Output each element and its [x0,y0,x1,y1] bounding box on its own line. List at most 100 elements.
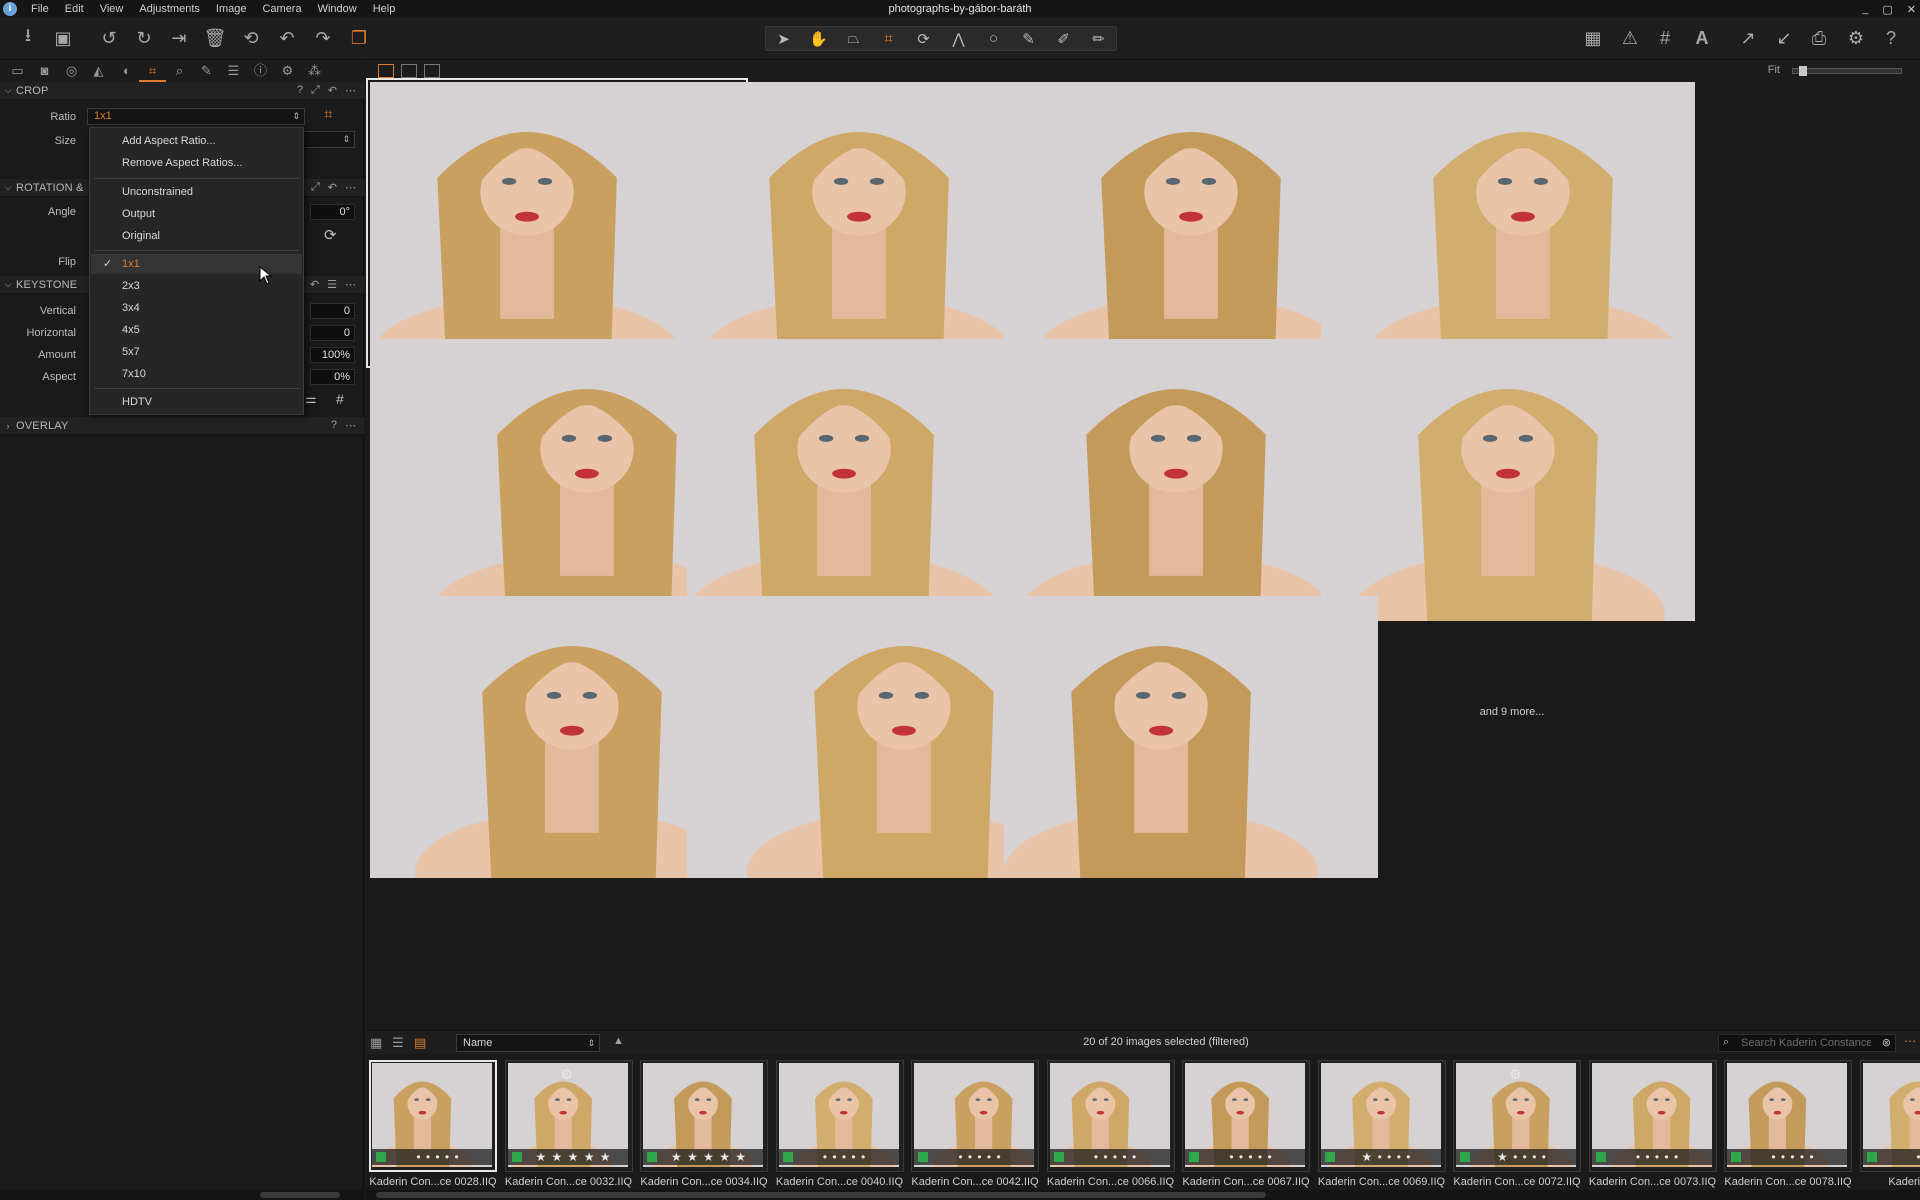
search-input[interactable] [1741,1036,1871,1050]
more-icon[interactable]: ⋯ [1904,1034,1916,1048]
straighten-cursor-icon[interactable]: ⋀ [941,30,976,48]
text-annotation-icon[interactable]: A [1688,25,1716,51]
pan-cursor-icon[interactable]: ✋ [801,30,836,48]
copy-apply-icon[interactable]: ⤢ [311,84,320,97]
crop-cursor-icon[interactable]: ⌗ [871,30,906,47]
library-tab-icon[interactable]: ▭ [4,60,31,82]
keystone-cursor-icon[interactable]: ⏢ [836,30,871,47]
menu-camera[interactable]: Camera [254,0,309,18]
layout-icon[interactable]: ▦ [1579,25,1607,51]
rotate-right-icon[interactable]: ↻ [130,25,158,51]
reset-icon[interactable]: ↶ [328,84,337,97]
copy-apply-icon[interactable]: ⤢ [311,181,320,194]
grid-view-icon[interactable] [378,64,394,78]
ratio-5x7-item[interactable]: 5x7 [91,342,302,362]
grid-icon[interactable]: # [1651,25,1679,51]
viewer-image[interactable] [1004,596,1378,878]
star-rating[interactable]: • • • • • [932,1149,1028,1165]
filmstrip-thumbnail[interactable]: ★ ★ ★ ★ ★ ⚙ Kaderin Con...ce 0032.IIQ [504,1060,633,1190]
rotate-cursor-icon[interactable]: ⟳ [906,30,941,48]
color-tag-green[interactable] [918,1152,928,1162]
process-icon[interactable]: ↙ [1770,25,1798,51]
viewer-image[interactable] [1321,339,1695,621]
star-rating[interactable]: • • • • • [797,1149,893,1165]
expanded-arrow-icon[interactable]: ⌵ [0,182,16,193]
grid-browser-icon[interactable]: ▦ [370,1035,382,1051]
expanded-arrow-icon[interactable]: ⌵ [0,85,16,96]
menu-help[interactable]: Help [365,0,404,18]
ratio-select[interactable]: 1x1 ⇕ [87,108,305,125]
color-tag-green[interactable] [647,1152,657,1162]
star-rating[interactable]: • • • • • [1745,1149,1841,1165]
overlay-section-header[interactable]: › OVERLAY ? ⋯ [0,417,364,435]
select-cursor-icon[interactable]: ➤ [766,30,801,48]
keystone-grid-icon[interactable]: # [336,391,344,407]
star-rating[interactable]: • • • • • [1068,1149,1164,1165]
color-tag-green[interactable] [1866,1152,1877,1162]
crop-section-header[interactable]: ⌵ CROP ? ⤢ ↶ ⋯ [0,82,364,100]
menu-image[interactable]: Image [208,0,255,18]
rotate-tool-icon[interactable]: ⟳ [324,226,337,244]
menu-view[interactable]: View [92,0,132,18]
ratio-original-item[interactable]: Original [91,226,302,246]
menu-window[interactable]: Window [310,0,365,18]
redo-icon[interactable]: ↷ [309,25,337,51]
color-tag-green[interactable] [782,1152,793,1162]
filmstrip-scrollbar[interactable] [366,1190,1920,1200]
star-rating[interactable]: • • • • • [1203,1149,1299,1165]
variants-icon[interactable]: ❐ [345,25,373,51]
viewer-image[interactable] [1321,82,1695,364]
expanded-arrow-icon[interactable]: ⌵ [0,279,16,290]
more-icon[interactable]: ⋯ [345,181,356,194]
ratio-4x5-item[interactable]: 4x5 [91,320,302,340]
keystone-parallel-icon[interactable]: ⚌ [305,391,317,407]
amount-field[interactable]: 100% [310,347,355,363]
color-tag-green[interactable] [511,1152,522,1162]
multi-view-icon[interactable] [424,64,440,78]
color-tag-green[interactable] [1731,1152,1741,1162]
reset-icon[interactable]: ⟲ [237,25,265,51]
filmstrip-browser-icon[interactable]: ▤ [414,1035,426,1051]
ratio-7x10-item[interactable]: 7x10 [91,364,302,384]
help-icon[interactable]: ? [297,84,303,97]
filmstrip-thumbnail[interactable]: • • • • • Kaderin Con...ce 0066.IIQ [1046,1060,1175,1190]
batch-tab-icon[interactable]: ⁂ [301,60,328,82]
minimize-icon[interactable]: _ [1862,3,1868,15]
settings-icon[interactable]: ⚙ [1842,25,1870,51]
clear-search-icon[interactable]: ⊗ [1882,1036,1891,1049]
output-tab-icon[interactable]: ⚙ [274,60,301,82]
color-tab-icon[interactable]: ◎ [58,60,85,82]
filmstrip-thumbnail[interactable]: ★ • • • • Kaderin Con...ce 0069.IIQ [1317,1060,1446,1190]
color-tag-green[interactable] [1595,1152,1606,1162]
star-rating[interactable]: ★ ★ ★ ★ ★ [526,1149,622,1165]
help-icon[interactable]: ? [1877,25,1905,51]
annotation-cursor-icon[interactable]: ✏ [1081,30,1116,48]
camera-icon[interactable]: ▣ [49,25,77,51]
crop-icon[interactable]: ⌗ [324,106,332,123]
zoom-fit-label[interactable]: Fit [1768,64,1780,76]
list-icon[interactable]: ☰ [327,278,337,291]
remove-aspect-ratios-item[interactable]: Remove Aspect Ratios... [91,153,302,173]
exposure-warning-icon[interactable]: ⚠ [1616,25,1644,51]
filmstrip-thumbnail[interactable]: • • • • • Kaderin Con...ce 0042.IIQ [911,1060,1039,1190]
more-icon[interactable]: ⋯ [345,278,356,291]
star-rating[interactable]: • • • • • [1610,1149,1706,1165]
menu-adjustments[interactable]: Adjustments [131,0,208,18]
star-rating[interactable]: ★ ★ ★ ★ ★ [661,1149,757,1165]
filmstrip-thumbnail[interactable]: • • • Kaderin Con... [1859,1060,1920,1190]
metadata-tab-icon[interactable]: ☰ [220,60,247,82]
close-icon[interactable]: ✕ [1907,3,1916,16]
search-box[interactable]: ⌕ ⊗ [1718,1034,1896,1052]
add-aspect-ratio-item[interactable]: Add Aspect Ratio... [91,131,302,151]
color-tag-green[interactable] [376,1152,386,1162]
info-tab-icon[interactable]: ⓘ [247,60,274,82]
color-tag-green[interactable] [1053,1152,1064,1162]
capture-tab-icon[interactable]: ◙ [31,60,58,82]
move-to-folder-icon[interactable]: ⇥ [165,25,193,51]
picker-cursor-icon[interactable]: ✐ [1046,30,1081,48]
exposure-tab-icon[interactable]: ◭ [85,60,112,82]
print-icon[interactable]: ⎙ [1805,25,1833,51]
trash-icon[interactable]: 🗑 [201,25,229,51]
more-icon[interactable]: ⋯ [345,419,356,432]
size-select[interactable]: ⇕ [300,131,355,148]
